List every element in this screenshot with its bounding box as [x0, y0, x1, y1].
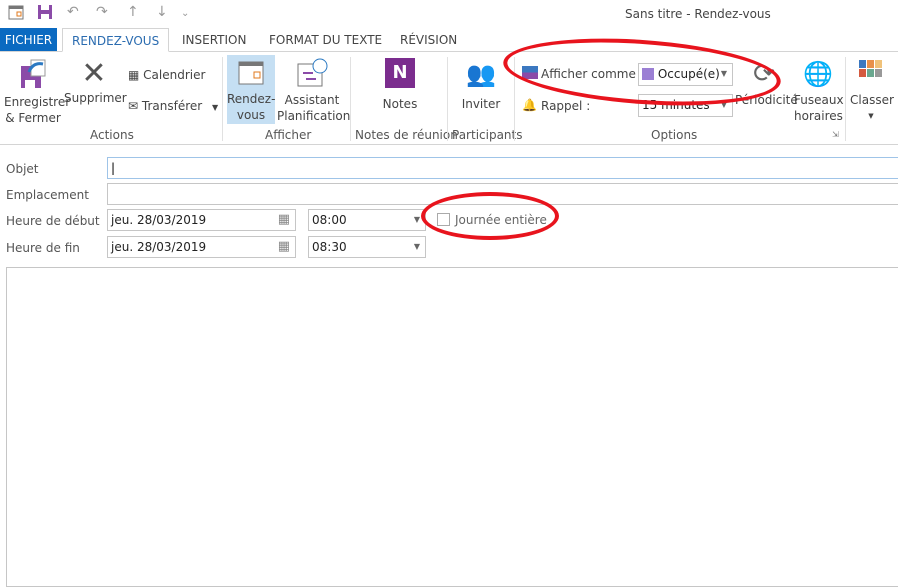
- start-label: Heure de début: [6, 214, 100, 228]
- save-close-button[interactable]: Enregistrer & Fermer: [4, 58, 70, 126]
- tab-insertion[interactable]: INSERTION: [173, 28, 255, 52]
- categorize-icon: [859, 60, 882, 77]
- divider: [350, 57, 351, 141]
- reminder-label: Rappel :: [541, 99, 591, 113]
- calendar-search-icon: ▦: [128, 68, 140, 82]
- end-label: Heure de fin: [6, 241, 80, 255]
- start-time-select[interactable]: 08:00 ▼: [308, 209, 426, 231]
- chevron-down-icon: ▼: [212, 103, 219, 112]
- tab-revision[interactable]: RÉVISION: [391, 28, 466, 52]
- customize-icon[interactable]: ⌄: [181, 8, 189, 28]
- end-time-select[interactable]: 08:30 ▼: [308, 236, 426, 258]
- group-label-actions: Actions: [90, 128, 134, 142]
- dialog-launcher-icon[interactable]: ⇲: [832, 130, 839, 139]
- save-icon[interactable]: [37, 4, 53, 24]
- chevron-down-icon: ▼: [868, 112, 874, 120]
- chevron-down-icon: ▼: [413, 242, 420, 251]
- forward-icon: ✉: [128, 99, 139, 113]
- globe-icon: 🌐: [803, 60, 833, 88]
- calendar-button[interactable]: ▦ Calendrier: [128, 67, 205, 83]
- up-icon[interactable]: ↑: [127, 4, 139, 24]
- tab-rendez-vous[interactable]: RENDEZ-VOUS: [62, 28, 170, 52]
- timezones-button[interactable]: 🌐 Fuseaux horaires: [794, 58, 844, 124]
- divider: [222, 57, 223, 141]
- group-label-options: Options: [651, 128, 698, 142]
- invite-attendees-icon: 👥: [466, 60, 496, 88]
- calendar-picker-icon[interactable]: ▦: [278, 210, 290, 230]
- tab-fichier[interactable]: FICHIER: [0, 28, 57, 52]
- start-date-input[interactable]: jeu. 28/03/2019 ▦: [107, 209, 296, 231]
- body-editor[interactable]: [6, 267, 898, 587]
- bell-icon: 🔔: [522, 98, 537, 112]
- scheduling-assistant-button[interactable]: Assistant Planification: [277, 58, 350, 124]
- tab-format-texte[interactable]: FORMAT DU TEXTE: [260, 28, 391, 52]
- undo-icon[interactable]: ↶: [67, 4, 79, 24]
- divider: [447, 57, 448, 141]
- calendar-grid-icon: [238, 61, 264, 85]
- delete-icon: ✕: [81, 56, 107, 91]
- annotation-ellipse: [421, 192, 559, 240]
- calendar-picker-icon[interactable]: ▦: [278, 237, 290, 257]
- delete-button[interactable]: ✕ Supprimer: [64, 56, 127, 106]
- save-close-icon: [21, 59, 46, 88]
- divider: [845, 57, 846, 141]
- window-title: Sans titre - Rendez-vous: [625, 7, 771, 21]
- classify-button[interactable]: Classer ▼: [850, 58, 894, 124]
- group-label-afficher: Afficher: [265, 128, 312, 142]
- redo-icon[interactable]: ↷: [96, 4, 108, 24]
- location-label: Emplacement: [6, 188, 89, 202]
- subject-label: Objet: [6, 162, 39, 176]
- invite-button[interactable]: 👥 Inviter: [460, 58, 502, 112]
- chevron-down-icon: ▼: [413, 215, 420, 224]
- forward-button[interactable]: ✉ Transférer ▼: [128, 98, 218, 116]
- appointment-view-button[interactable]: Rendez-vous: [227, 55, 275, 124]
- scheduling-icon: [297, 58, 328, 87]
- calendar-icon[interactable]: [8, 4, 24, 24]
- group-label-participants: Participants: [452, 128, 523, 142]
- end-date-input[interactable]: jeu. 28/03/2019 ▦: [107, 236, 296, 258]
- group-label-notes: Notes de réunion: [355, 128, 458, 142]
- subject-input[interactable]: |: [107, 157, 898, 179]
- notes-button[interactable]: N Notes: [378, 58, 422, 112]
- down-icon[interactable]: ↓: [156, 4, 168, 24]
- onenote-icon: N: [385, 58, 415, 88]
